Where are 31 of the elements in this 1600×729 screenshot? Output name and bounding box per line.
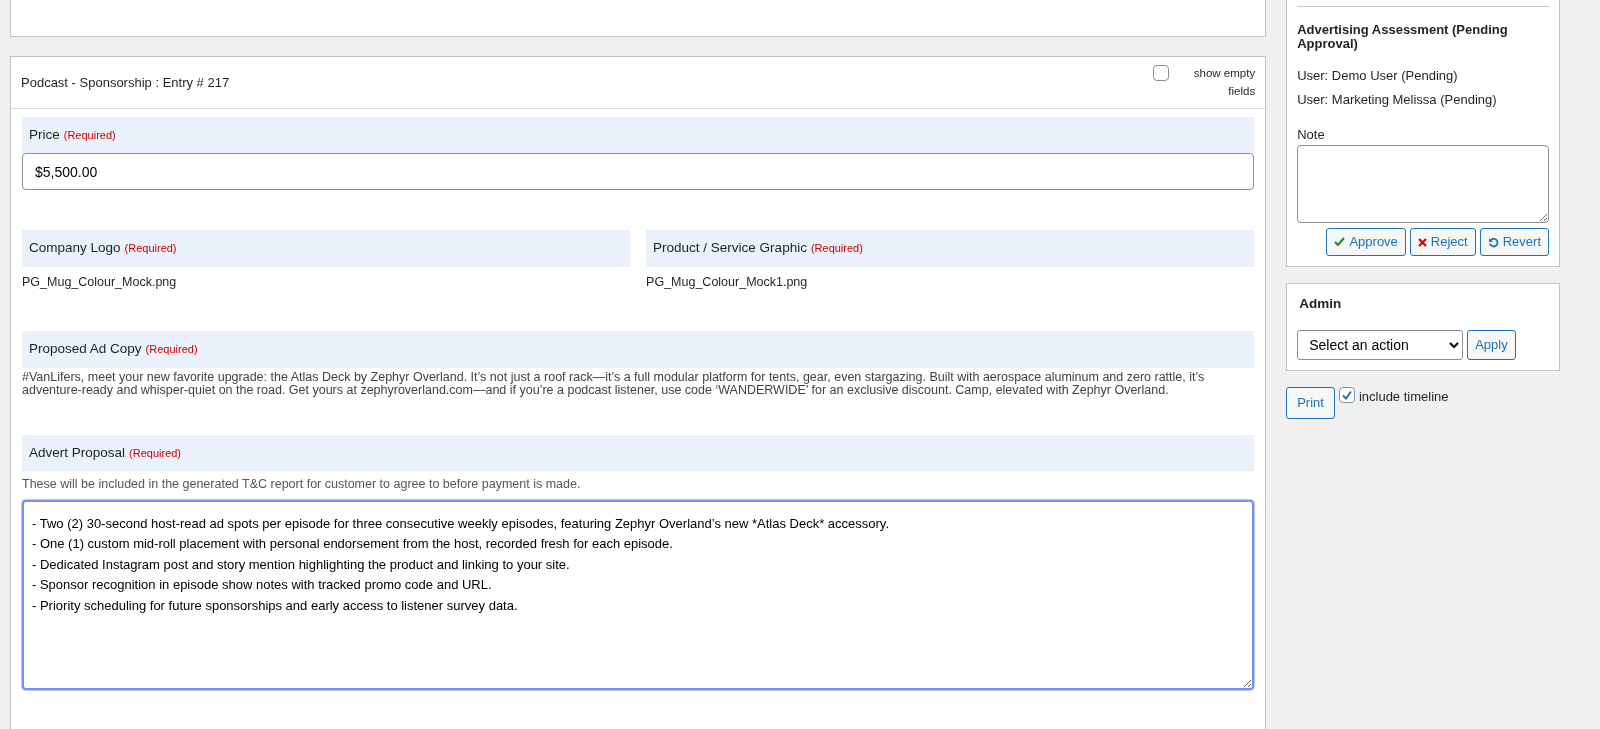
approve-button[interactable]: Approve bbox=[1326, 228, 1406, 256]
apply-button[interactable]: Apply bbox=[1467, 330, 1516, 361]
print-button[interactable]: Print bbox=[1286, 387, 1335, 419]
price-field[interactable]: $5,500.00 bbox=[22, 153, 1255, 191]
checkbox[interactable] bbox=[1153, 65, 1170, 82]
checkbox[interactable] bbox=[1338, 387, 1355, 404]
field-label: Product / Service Graphic (Required) bbox=[646, 230, 1255, 267]
check-icon bbox=[1334, 237, 1346, 248]
revert-button[interactable]: Revert bbox=[1479, 228, 1549, 256]
admin-title: Admin bbox=[1298, 294, 1343, 313]
note-label: Note bbox=[1297, 126, 1326, 145]
proposal-field[interactable]: - Two (2) 30-second host-read ad spots per episode for three consecutive weekly episodes, featuring Zephyr Overland’s new *Atlas Deck* accessory. - One (1) custom mid-roll placement with personal endorsement from the host, recorded fresh for each episode. - Dedicated Instagram post and story mention highlighting the product and linking to your site. - Sponsor recognition in episode show notes with tracked promo code and URL. - Priority scheduling for future sponsorships and early access to listener survey data. bbox=[22, 499, 1255, 690]
file-name: PG_Mug_Colour_Mock1.png bbox=[646, 273, 809, 291]
user-status: User: Marketing Melissa (Pending) bbox=[1297, 90, 1498, 109]
file-name: PG_Mug_Colour_Mock.png bbox=[22, 273, 178, 291]
field-label: Price (Required) bbox=[22, 117, 1255, 154]
ad-copy-text: #VanLifers, meet your new favorite upgrade: the Atlas Deck by Zephyr Overland. It’s not just a roof rack—it’s a full modular platform for tents, gear, even stargazing. Built with aerospace aluminum and zero rattle, it’s adventure-ready and whisper-quiet on the road. Get yours at zephyroverland.com—and if you’re a podcast listener, use code ‘WANDERWIDE’ for an exclusive discount. Camp, elevated with Zephyr Overland. bbox=[22, 368, 1206, 397]
checkbox-label: show empty fields bbox=[1192, 66, 1256, 99]
x-icon bbox=[1417, 237, 1427, 247]
assessment-title: Advertising Assessment (Pending Approval) bbox=[1297, 23, 1509, 51]
user-status: User: Demo User (Pending) bbox=[1297, 67, 1459, 86]
field-label: Company Logo (Required) bbox=[22, 230, 631, 267]
entry-title: Podcast - Sponsorship : Entry # 217 bbox=[21, 73, 230, 92]
undo-icon bbox=[1487, 236, 1499, 248]
checkbox-label: include timeline bbox=[1358, 388, 1449, 407]
note-field[interactable] bbox=[1297, 144, 1549, 223]
field-label: Advert Proposal (Required) bbox=[22, 434, 1255, 471]
field-description: These will be included in the generated T&C report for customer to agree to before payment is made. bbox=[22, 476, 582, 493]
reject-button[interactable]: Reject bbox=[1409, 228, 1476, 256]
action-select[interactable]: Select an action bbox=[1297, 330, 1464, 361]
field-label: Proposed Ad Copy (Required) bbox=[22, 331, 1255, 368]
